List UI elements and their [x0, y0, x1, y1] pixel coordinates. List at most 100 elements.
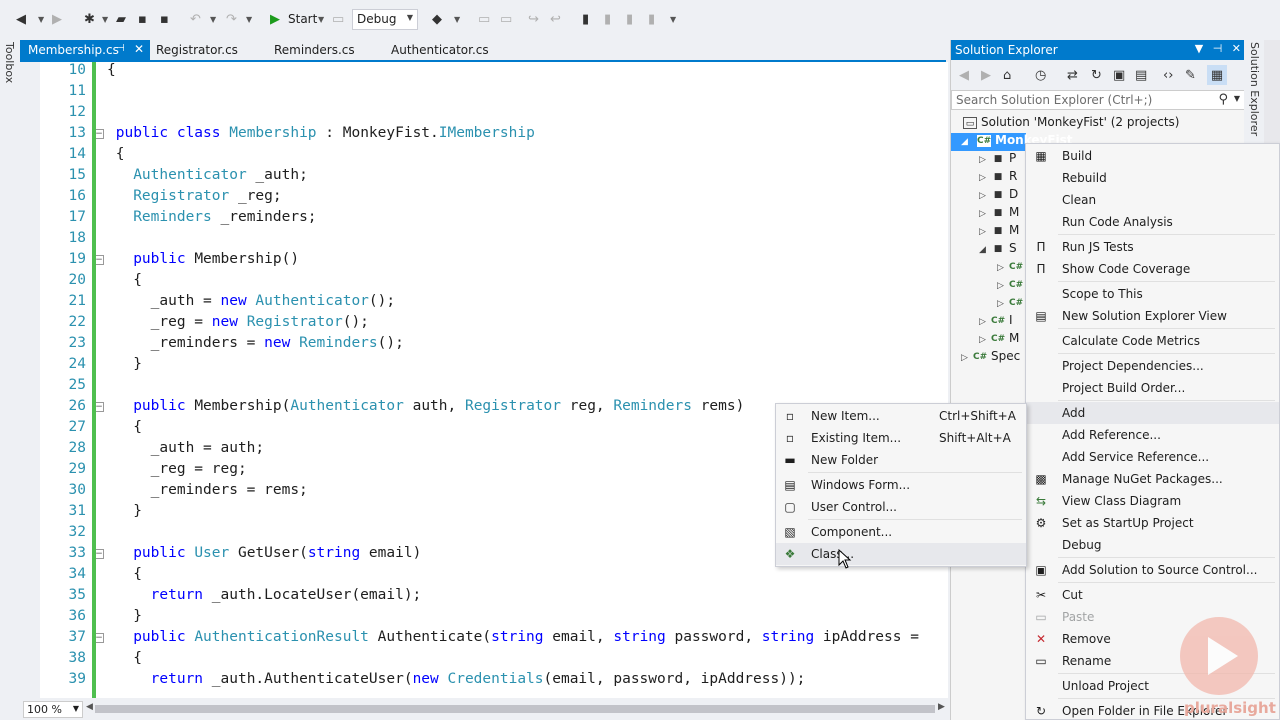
pin-icon[interactable]: ⊣: [116, 43, 125, 54]
code-line[interactable]: 34 {: [40, 566, 948, 587]
tree-item[interactable]: ▷ ■ R: [979, 169, 1017, 187]
menu-item-add-reference[interactable]: Add Reference...: [1026, 424, 1279, 446]
tree-item[interactable]: ▷ C# M: [979, 331, 1019, 349]
show-all-files-icon[interactable]: ▤: [1135, 65, 1147, 85]
solution-search-input[interactable]: Search Solution Explorer (Ctrl+;) ⚲ ▼: [951, 90, 1245, 110]
expand-arrow-icon[interactable]: ▷: [997, 263, 1009, 273]
tree-item[interactable]: ▷ C# I: [979, 313, 1013, 331]
sync-icon[interactable]: ⇄: [1067, 65, 1078, 85]
expand-arrow-icon[interactable]: ▷: [979, 209, 991, 219]
menu-item-run-js-tests[interactable]: Π Run JS Tests: [1026, 236, 1279, 258]
code-line[interactable]: 36 }: [40, 608, 948, 629]
menu-item-new-item[interactable]: ▫ New Item... Ctrl+Shift+A: [776, 405, 1026, 427]
save-all-icon[interactable]: ▪: [160, 9, 169, 29]
menu-item-add-solution-to-source-control[interactable]: ▣ Add Solution to Source Control...: [1026, 559, 1279, 581]
back-icon[interactable]: ◀: [959, 65, 969, 85]
expand-arrow-icon[interactable]: ▷: [979, 335, 991, 345]
tree-item[interactable]: ▷ ■ P: [979, 151, 1016, 169]
undo-dropdown-icon[interactable]: ▼: [208, 9, 216, 29]
tab-registrator[interactable]: Registrator.cs: [148, 40, 246, 60]
menu-item-rebuild[interactable]: Rebuild: [1026, 167, 1279, 189]
search-options-icon[interactable]: ▼: [1234, 94, 1240, 103]
forward-icon[interactable]: ▶: [981, 65, 991, 85]
code-editor[interactable]: 10 {11 12 13− public class Membership : Mon…: [40, 62, 948, 698]
menu-item-build[interactable]: ▦ Build: [1026, 145, 1279, 167]
menu-item-set-as-startup-project[interactable]: ⚙ Set as StartUp Project: [1026, 512, 1279, 534]
horizontal-scrollbar[interactable]: [95, 705, 935, 713]
code-line[interactable]: 35 return _auth.LocateUser(email);: [40, 587, 948, 608]
expand-arrow-icon[interactable]: ▷: [997, 299, 1009, 309]
menu-item-new-folder[interactable]: ▬ New Folder: [776, 449, 1026, 471]
code-line[interactable]: 39 return _auth.AuthenticateUser(new Cre…: [40, 671, 948, 692]
start-icon[interactable]: ▶: [270, 9, 280, 29]
code-line[interactable]: 11: [40, 83, 948, 104]
code-line[interactable]: 14 {: [40, 146, 948, 167]
expand-arrow-icon[interactable]: ▷: [961, 353, 973, 363]
code-line[interactable]: 21 _auth = new Authenticator();: [40, 293, 948, 314]
tree-item[interactable]: ▷ C#: [997, 259, 1027, 277]
home-icon[interactable]: ⌂: [1003, 65, 1011, 85]
solution-explorer-side-tab[interactable]: Solution Explorer: [1248, 42, 1261, 136]
pending-changes-icon[interactable]: ◷: [1035, 65, 1046, 85]
scroll-left-icon[interactable]: ◀: [86, 702, 93, 712]
menu-item-class[interactable]: ❖ Class...: [776, 543, 1026, 565]
menu-item-new-solution-explorer-view[interactable]: ▤ New Solution Explorer View: [1026, 305, 1279, 327]
start-dropdown-icon[interactable]: ▼: [316, 9, 324, 29]
tree-item[interactable]: ▷ C#: [997, 295, 1027, 313]
code-line[interactable]: 10 {: [40, 62, 948, 83]
toolbar-overflow-icon[interactable]: ▼: [668, 9, 676, 29]
forward-icon[interactable]: ▶: [52, 9, 62, 29]
uncomment-icon[interactable]: ▭: [500, 9, 512, 29]
back-icon[interactable]: ◀: [16, 9, 26, 29]
code-line[interactable]: 18: [40, 230, 948, 251]
expand-arrow-icon[interactable]: ▷: [979, 155, 991, 165]
tree-item[interactable]: ▷ C#: [997, 277, 1027, 295]
tab-reminders[interactable]: Reminders.cs: [266, 40, 363, 60]
prev-bookmark-icon[interactable]: ▮: [604, 9, 611, 29]
code-line[interactable]: 38 {: [40, 650, 948, 671]
indent-icon[interactable]: ↪: [528, 9, 539, 29]
preview-icon[interactable]: ▦: [1207, 65, 1227, 85]
menu-item-cut[interactable]: ✂ Cut: [1026, 584, 1279, 606]
expand-arrow-icon[interactable]: ◢: [979, 245, 991, 255]
refresh-icon[interactable]: ↻: [1091, 65, 1102, 85]
toolbox-tab[interactable]: Toolbox: [3, 42, 16, 83]
find-in-files-icon[interactable]: ◆: [432, 9, 442, 29]
new-project-icon[interactable]: ✱: [84, 9, 95, 29]
tab-membership[interactable]: Membership.cs ⊣ ✕: [20, 40, 150, 60]
clear-bookmarks-icon[interactable]: ▮: [648, 9, 655, 29]
menu-item-scope-to-this[interactable]: Scope to This: [1026, 283, 1279, 305]
zoom-select[interactable]: 100 % ▼: [23, 701, 83, 718]
pin-icon[interactable]: ⊣: [1213, 42, 1223, 55]
new-project-dropdown-icon[interactable]: ▼: [100, 9, 108, 29]
save-icon[interactable]: ▪: [138, 9, 147, 29]
close-icon[interactable]: ✕: [1232, 42, 1241, 55]
tab-authenticator[interactable]: Authenticator.cs: [383, 40, 497, 60]
outdent-icon[interactable]: ↩: [550, 9, 561, 29]
menu-item-project-build-order[interactable]: Project Build Order...: [1026, 377, 1279, 399]
expand-arrow-icon[interactable]: ▷: [979, 227, 991, 237]
code-line[interactable]: 13− public class Membership : MonkeyFist…: [40, 125, 948, 146]
code-line[interactable]: 22 _reg = new Registrator();: [40, 314, 948, 335]
window-position-icon[interactable]: ▼: [1195, 42, 1203, 55]
code-line[interactable]: 25: [40, 377, 948, 398]
expand-arrow-icon[interactable]: ▷: [979, 191, 991, 201]
find-dropdown-icon[interactable]: ▼: [452, 9, 460, 29]
collapse-all-icon[interactable]: ▣: [1113, 65, 1125, 85]
menu-item-calculate-code-metrics[interactable]: Calculate Code Metrics: [1026, 330, 1279, 352]
code-line[interactable]: 17 Reminders _reminders;: [40, 209, 948, 230]
menu-item-user-control[interactable]: ▢ User Control...: [776, 496, 1026, 518]
code-line[interactable]: 15 Authenticator _auth;: [40, 167, 948, 188]
menu-item-manage-nuget-packages[interactable]: ▩ Manage NuGet Packages...: [1026, 468, 1279, 490]
expand-arrow-icon[interactable]: ▷: [979, 173, 991, 183]
menu-item-run-code-analysis[interactable]: Run Code Analysis: [1026, 211, 1279, 233]
code-line[interactable]: 16 Registrator _reg;: [40, 188, 948, 209]
search-icon[interactable]: ⚲: [1218, 92, 1228, 107]
menu-item-debug[interactable]: Debug: [1026, 534, 1279, 556]
next-bookmark-icon[interactable]: ▮: [626, 9, 633, 29]
menu-item-add[interactable]: Add: [1026, 402, 1279, 424]
open-file-icon[interactable]: ▰: [116, 9, 126, 29]
code-line[interactable]: 23 _reminders = new Reminders();: [40, 335, 948, 356]
redo-dropdown-icon[interactable]: ▼: [244, 9, 252, 29]
bookmark-icon[interactable]: ▮: [582, 9, 589, 29]
